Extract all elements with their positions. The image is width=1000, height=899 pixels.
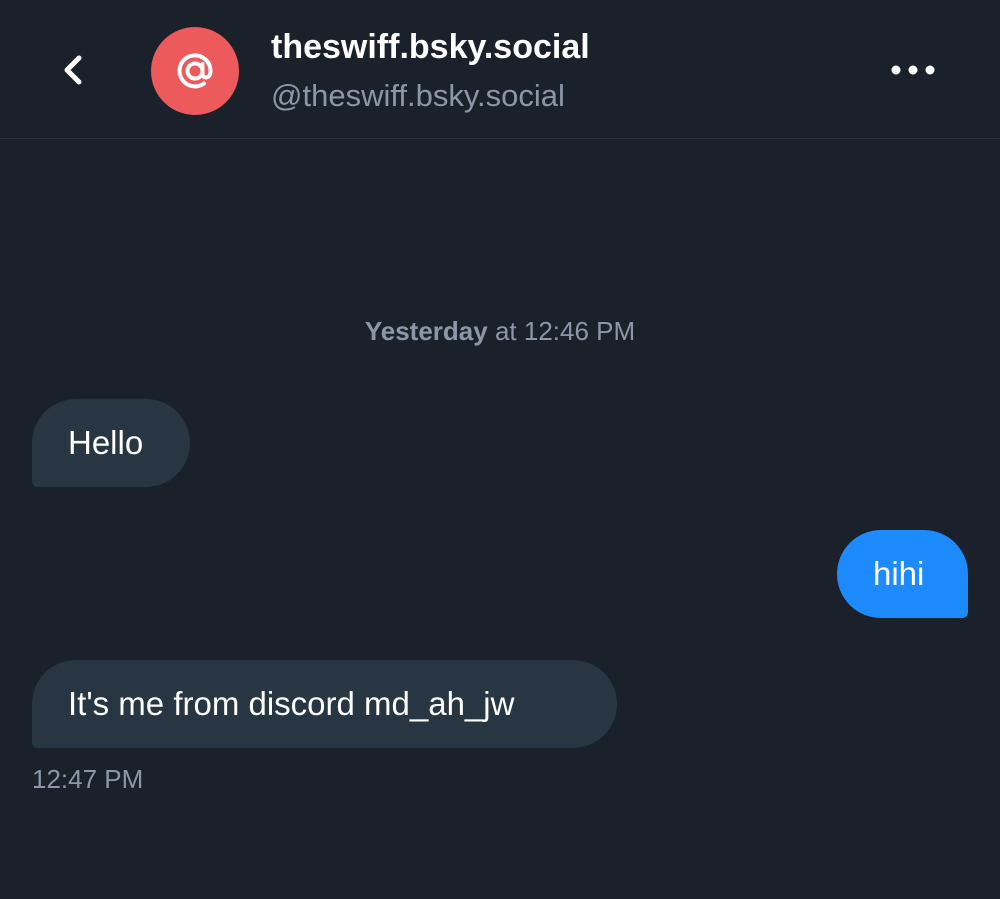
- message-bubble-received[interactable]: Hello: [32, 399, 190, 487]
- user-handle: @theswiff.bsky.social: [271, 78, 565, 113]
- display-name[interactable]: theswiff.bsky.social: [271, 28, 590, 67]
- date-separator-day: Yesterday: [364, 316, 488, 346]
- conversation-header: theswiff.bsky.social @theswiff.bsky.soci…: [0, 0, 1000, 139]
- date-separator: Yesterday at 12:46 PM: [0, 316, 1000, 347]
- message-timestamp: 12:47 PM: [32, 764, 144, 794]
- message-bubble-received[interactable]: It's me from discord md_ah_jw: [32, 660, 617, 748]
- at-sign-icon: [177, 53, 213, 89]
- avatar[interactable]: [151, 27, 239, 115]
- more-horizontal-icon: [891, 65, 935, 75]
- back-button[interactable]: [50, 46, 98, 94]
- date-separator-time: at 12:46 PM: [494, 316, 636, 346]
- message-bubble-sent[interactable]: hihi: [837, 530, 968, 618]
- more-options-button[interactable]: [880, 48, 946, 92]
- chevron-left-icon: [64, 55, 82, 85]
